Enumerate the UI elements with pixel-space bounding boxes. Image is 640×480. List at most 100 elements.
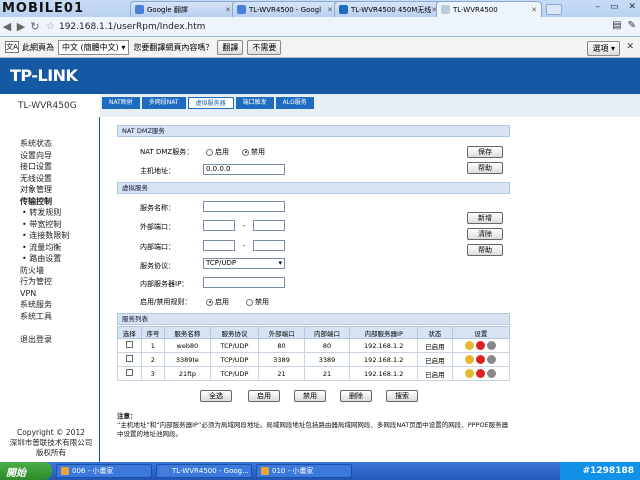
disable-icon[interactable]	[476, 369, 486, 378]
language-select[interactable]: 中文 (簡體中文) ▾	[58, 39, 130, 55]
sidebar-item-tools[interactable]: 系统工具	[0, 311, 99, 323]
radio-label: 启用	[215, 298, 229, 306]
back-icon[interactable]: ◀	[0, 20, 14, 33]
radio[interactable]	[242, 148, 249, 156]
select-all-button[interactable]: 全选	[200, 390, 232, 402]
table-row: 2 3389te TCP/UDP 3389 3389 192.168.1.2 已…	[117, 352, 511, 367]
sidebar-item-services[interactable]: 系统服务	[0, 299, 99, 311]
sidebar-item-bandwidth[interactable]: • 带宽控制	[0, 219, 99, 231]
disable-icon[interactable]	[476, 355, 486, 364]
new-tab-button[interactable]	[546, 4, 562, 15]
vs-int-port-start[interactable]	[203, 240, 235, 251]
task-label: 010 - 小畫家	[272, 467, 314, 475]
delete-icon[interactable]	[487, 341, 497, 350]
translate-close-icon[interactable]: ✕	[626, 42, 634, 52]
vs-name-input[interactable]	[203, 201, 285, 212]
col-int: 内部端口	[303, 326, 351, 339]
sidebar-item-forwarding[interactable]: • 转发规则	[0, 207, 99, 219]
dmz-enable-option[interactable]: 启用	[206, 147, 229, 157]
taskbar-item[interactable]: 006 - 小畫家	[56, 464, 152, 478]
edit-icon[interactable]	[465, 355, 475, 364]
row-checkbox[interactable]	[125, 341, 133, 348]
vs-disable-option[interactable]: 禁用	[246, 297, 269, 307]
disable-icon[interactable]	[476, 341, 486, 350]
maximize-icon[interactable]: ▭	[610, 2, 619, 12]
close-icon[interactable]: ✕	[531, 6, 537, 14]
minimize-icon[interactable]: –	[595, 2, 600, 12]
sidebar-item-interface[interactable]: 接口设置	[0, 161, 99, 173]
close-window-icon[interactable]: ✕	[628, 2, 636, 12]
tp-icon	[339, 5, 348, 14]
browser-tab[interactable]: TL-WVR4500 - Googl ✕	[232, 1, 338, 17]
sidebar-item-routing[interactable]: • 路由设置	[0, 253, 99, 265]
tab-multi-nat[interactable]: 多网段NAT	[141, 97, 186, 109]
vs-ext-port-end[interactable]	[253, 220, 285, 231]
close-icon[interactable]: ✕	[225, 6, 231, 14]
sidebar-item-firewall[interactable]: 防火墙	[0, 265, 99, 277]
sidebar-item-wizard[interactable]: 设置向导	[0, 150, 99, 162]
browser-tab-active[interactable]: TL-WVR4500 ✕	[436, 1, 542, 17]
vs-proto-select[interactable]: TCP/UDP ▾	[203, 258, 285, 269]
add-button[interactable]: 新增	[467, 212, 503, 224]
sidebar-item-transport[interactable]: 传输控制	[0, 196, 99, 208]
edit-icon[interactable]	[465, 369, 475, 378]
browser-tab[interactable]: Google 翻譯 ✕	[130, 1, 236, 17]
sidebar-item-status[interactable]: 系统状态	[0, 138, 99, 150]
cell-int: 80	[303, 338, 351, 353]
dmz-host-input[interactable]: 0.0.0.0	[203, 164, 285, 175]
delete-button[interactable]: 删除	[340, 390, 372, 402]
chevron-down-icon: ▾	[278, 259, 282, 267]
sidebar-item-wireless[interactable]: 无线设置	[0, 173, 99, 185]
translate-prefix: 此網頁為	[22, 42, 54, 52]
sidebar-item-logout[interactable]: 退出登录	[0, 334, 99, 346]
delete-icon[interactable]	[487, 355, 497, 364]
dmz-disable-option[interactable]: 禁用	[242, 147, 265, 157]
browser-tab[interactable]: TL-WVR4500 450M无线 ✕	[334, 1, 440, 17]
page-menu-icon[interactable]: ▤	[612, 20, 621, 31]
vs-ip-input[interactable]	[203, 277, 285, 288]
tab-port-trigger[interactable]: 端口触发	[235, 97, 274, 109]
translate-button[interactable]: 翻譯	[217, 39, 244, 55]
vs-ext-port-start[interactable]	[203, 220, 235, 231]
radio[interactable]	[206, 148, 213, 156]
url-field[interactable]: 192.168.1.1/userRpm/Index.htm	[59, 22, 205, 32]
tab-alg[interactable]: ALG服务	[275, 97, 314, 109]
wrench-icon[interactable]: ✎	[628, 20, 636, 31]
edit-icon[interactable]	[465, 341, 475, 350]
enable-button[interactable]: 启用	[248, 390, 280, 402]
radio[interactable]	[206, 298, 213, 306]
forward-icon[interactable]: ▶	[14, 20, 28, 33]
star-icon[interactable]: ☆	[46, 21, 55, 32]
start-button[interactable]: 開始	[0, 462, 52, 480]
delete-icon[interactable]	[487, 369, 497, 378]
note-title: 注意：	[117, 412, 137, 420]
language-value: 中文 (簡體中文)	[62, 42, 119, 52]
sidebar-item-balance[interactable]: • 流量均衡	[0, 242, 99, 254]
vs-int-port-end[interactable]	[253, 240, 285, 251]
translate-options-button[interactable]: 選項 ▾	[587, 41, 620, 56]
search-button[interactable]: 搜索	[386, 390, 418, 402]
sidebar-item-connlimit[interactable]: • 连接数限制	[0, 230, 99, 242]
sidebar-item-objects[interactable]: 对象管理	[0, 184, 99, 196]
sidebar-item-behavior[interactable]: 行为管控	[0, 276, 99, 288]
clear-button[interactable]: 清除	[467, 228, 503, 240]
close-icon[interactable]: ✕	[327, 6, 333, 14]
no-translate-button[interactable]: 不需要	[247, 39, 282, 55]
cell-name: 21ftp	[164, 366, 211, 381]
vs-help-button[interactable]: 帮助	[467, 244, 503, 256]
reload-icon[interactable]: ↻	[28, 20, 42, 33]
taskbar-item[interactable]: TL-WVR4500 - Goog...	[156, 464, 252, 478]
tab-virtual-server[interactable]: 虚拟服务器	[187, 97, 234, 109]
radio[interactable]	[246, 298, 253, 306]
disable-button[interactable]: 禁用	[294, 390, 326, 402]
sidebar-item-vpn[interactable]: VPN	[0, 288, 99, 300]
taskbar-item[interactable]: 010 - 小畫家	[256, 464, 352, 478]
row-checkbox[interactable]	[125, 355, 133, 362]
cell-name: 3389te	[164, 352, 211, 367]
dmz-help-button[interactable]: 帮助	[467, 162, 503, 174]
vs-enable-option[interactable]: 启用	[206, 297, 229, 307]
copyright-line: 深圳市普联技术有限公司	[9, 438, 93, 447]
row-checkbox[interactable]	[125, 369, 133, 376]
tab-nat-mapping[interactable]: NAT映射	[102, 97, 140, 109]
save-button[interactable]: 保存	[467, 146, 503, 158]
